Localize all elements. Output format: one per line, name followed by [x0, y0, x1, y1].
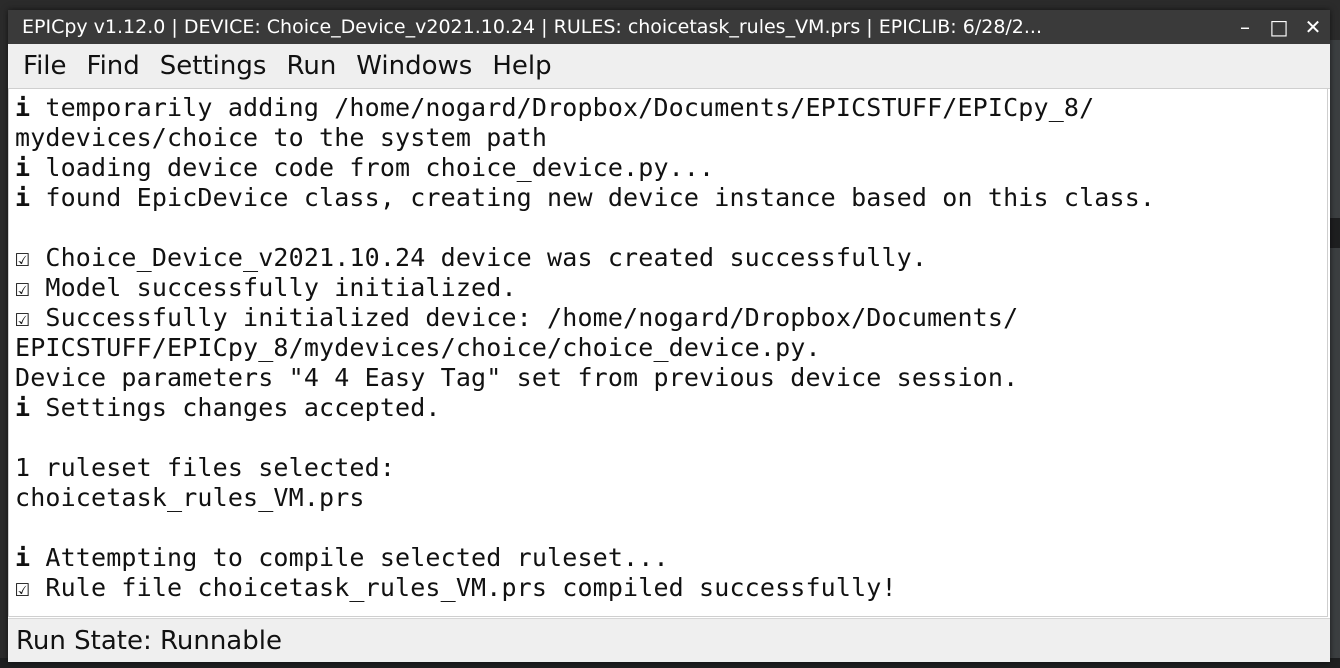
log-line-text: Settings changes accepted.	[30, 393, 441, 422]
log-line-text: Rule file choicetask_rules_VM.prs compil…	[30, 573, 897, 602]
log-line: i loading device code from choice_device…	[9, 153, 1327, 183]
log-line: ☑ Choice_Device_v2021.10.24 device was c…	[9, 243, 1327, 273]
log-line-text: Model successfully initialized.	[30, 273, 517, 302]
checkbox-icon: ☑	[15, 573, 31, 602]
log-line-text: 1 ruleset files selected:	[15, 453, 396, 482]
checkbox-icon: ☑	[15, 243, 31, 272]
log-line-text: Choice_Device_v2021.10.24 device was cre…	[30, 243, 928, 272]
log-line: Device parameters "4 4 Easy Tag" set fro…	[9, 363, 1327, 393]
window-title: EPICpy v1.12.0 | DEVICE: Choice_Device_v…	[22, 16, 1043, 38]
log-line-text: temporarily adding /home/nogard/Dropbox/…	[30, 93, 1095, 122]
log-line: ☑ Rule file choicetask_rules_VM.prs comp…	[9, 573, 1327, 603]
menu-bar: File Find Settings Run Windows Help	[8, 44, 1330, 89]
output-log[interactable]: i temporarily adding /home/nogard/Dropbo…	[8, 89, 1328, 617]
maximize-icon[interactable]: □	[1262, 10, 1296, 44]
status-bar: Run State: Runnable	[8, 618, 1330, 662]
menu-run[interactable]: Run	[276, 51, 346, 81]
log-line-text: Successfully initialized device: /home/n…	[30, 303, 1019, 332]
log-line: i Attempting to compile selected ruleset…	[9, 543, 1327, 573]
log-line: ☑ Model successfully initialized.	[9, 273, 1327, 303]
log-line: i Settings changes accepted.	[9, 393, 1327, 423]
info-icon: i	[15, 393, 31, 422]
checkbox-icon: ☑	[15, 273, 31, 302]
menu-file[interactable]: File	[8, 51, 77, 81]
log-line: mydevices/choice to the system path	[9, 123, 1327, 153]
checkbox-icon: ☑	[15, 303, 31, 332]
log-line: EPICSTUFF/EPICpy_8/mydevices/choice/choi…	[9, 333, 1327, 363]
menu-help[interactable]: Help	[482, 51, 561, 81]
log-line-text: choicetask_rules_VM.prs	[15, 483, 365, 512]
log-line: 1 ruleset files selected:	[9, 453, 1327, 483]
log-line-text: Attempting to compile selected ruleset..…	[30, 543, 669, 572]
menu-settings[interactable]: Settings	[150, 51, 277, 81]
minimize-icon[interactable]: –	[1228, 10, 1262, 44]
menu-find[interactable]: Find	[77, 51, 150, 81]
log-line-text: EPICSTUFF/EPICpy_8/mydevices/choice/choi…	[15, 333, 821, 362]
title-bar[interactable]: EPICpy v1.12.0 | DEVICE: Choice_Device_v…	[8, 10, 1330, 44]
main-window: EPICpy v1.12.0 | DEVICE: Choice_Device_v…	[8, 10, 1330, 662]
log-line-text: Device parameters "4 4 Easy Tag" set fro…	[15, 363, 1019, 392]
background-window-edge	[1330, 218, 1340, 248]
log-line: ☑ Successfully initialized device: /home…	[9, 303, 1327, 333]
run-state-label: Run State: Runnable	[16, 625, 282, 656]
menu-windows[interactable]: Windows	[346, 51, 482, 81]
log-line: i found EpicDevice class, creating new d…	[9, 183, 1327, 213]
info-icon: i	[15, 153, 31, 182]
log-line-text: found EpicDevice class, creating new dev…	[30, 183, 1156, 212]
log-line: choicetask_rules_VM.prs	[9, 483, 1327, 513]
info-icon: i	[15, 543, 31, 572]
log-line: i temporarily adding /home/nogard/Dropbo…	[9, 93, 1327, 123]
info-icon: i	[15, 93, 31, 122]
close-icon[interactable]: ✕	[1296, 10, 1330, 44]
log-line-text: loading device code from choice_device.p…	[30, 153, 715, 182]
log-line-text: mydevices/choice to the system path	[15, 123, 548, 152]
info-icon: i	[15, 183, 31, 212]
